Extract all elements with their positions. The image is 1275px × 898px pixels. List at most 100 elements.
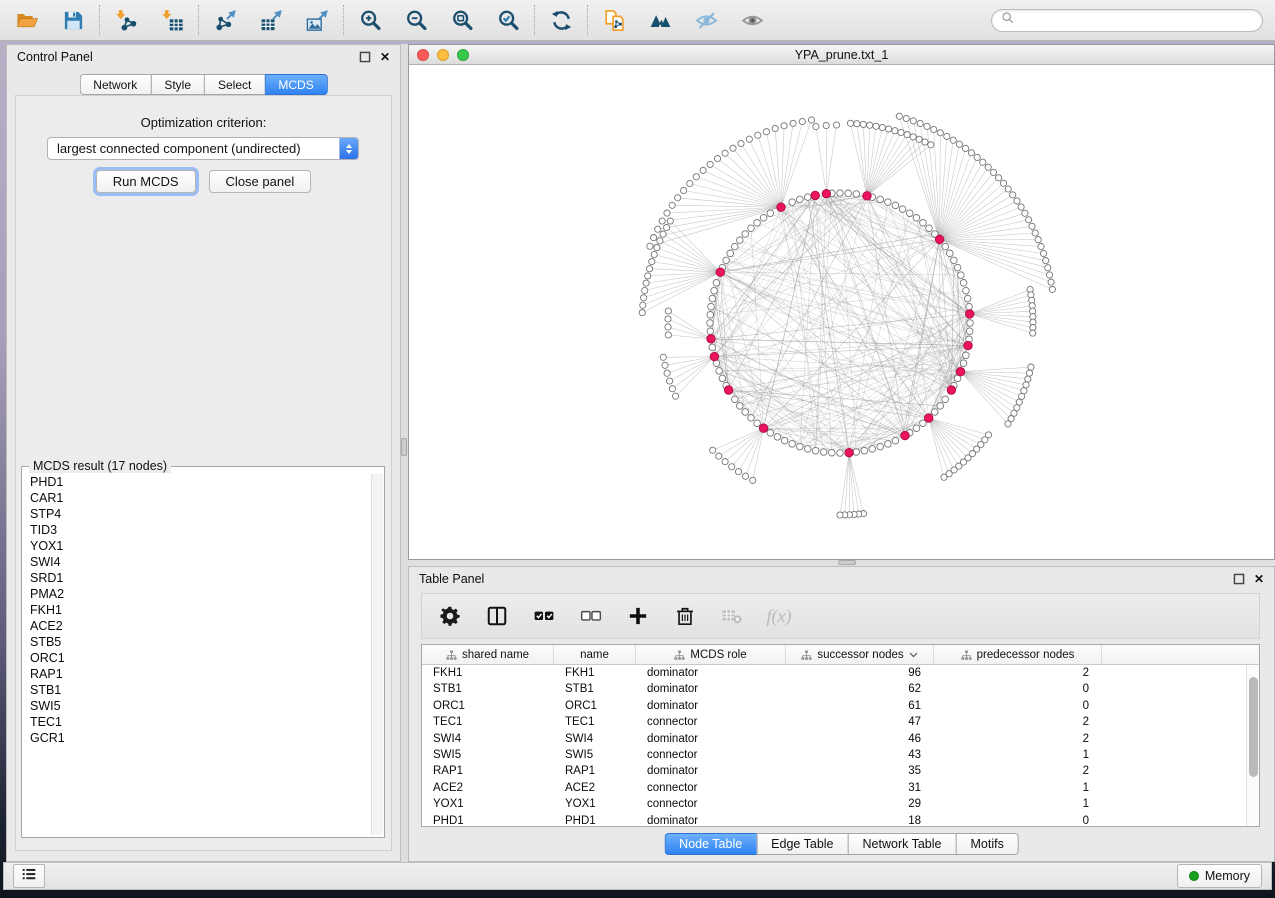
zoom-fit-button[interactable]	[447, 5, 477, 35]
close-panel-icon[interactable]: ✕	[380, 51, 390, 63]
table-row[interactable]: FKH1FKH1dominator962	[422, 665, 1259, 681]
search-icon	[1001, 11, 1015, 30]
select-all-button[interactable]	[531, 603, 557, 629]
tab-node-table[interactable]: Node Table	[664, 833, 756, 855]
mcds-result-item[interactable]: RAP1	[24, 666, 370, 682]
mcds-result-item[interactable]: TID3	[24, 522, 370, 538]
mcds-result-item[interactable]: CAR1	[24, 490, 370, 506]
mcds-result-item[interactable]: GCR1	[24, 730, 370, 746]
zoom-in-icon	[359, 9, 382, 32]
zoom-out-button[interactable]	[401, 5, 431, 35]
network-canvas[interactable]	[409, 65, 1274, 559]
mcds-result-item[interactable]: ORC1	[24, 650, 370, 666]
toolbar-group	[599, 5, 767, 35]
table-cell: SWI5	[422, 747, 554, 763]
zoom-in-button[interactable]	[355, 5, 385, 35]
zoom-selected-button[interactable]	[493, 5, 523, 35]
delete-table-icon	[721, 605, 743, 627]
mcds-result-item[interactable]: ACE2	[24, 618, 370, 634]
deselect-all-icon	[580, 605, 602, 627]
tab-mcds[interactable]: MCDS	[264, 74, 327, 95]
table-cell: TEC1	[422, 714, 554, 730]
hide-selected-button[interactable]	[691, 5, 721, 35]
deselect-all-button[interactable]	[578, 603, 604, 629]
column-header-predecessor-nodes[interactable]: predecessor nodes	[934, 645, 1102, 665]
column-header-MCDS-role[interactable]: MCDS role	[636, 645, 786, 665]
first-neighbors-button[interactable]	[645, 5, 675, 35]
table-row[interactable]: SWI4SWI4dominator462	[422, 731, 1259, 747]
duplicate-network-button[interactable]	[599, 5, 629, 35]
chevron-down-icon[interactable]	[909, 652, 918, 658]
column-header-name[interactable]: name	[554, 645, 636, 665]
tab-network-table[interactable]: Network Table	[848, 833, 956, 855]
table-panel-tabs: Node TableEdge TableNetwork TableMotifs	[664, 833, 1019, 855]
optimization-criterion-select[interactable]: largest connected component (undirected)	[47, 137, 359, 160]
column-header-successor-nodes[interactable]: successor nodes	[786, 645, 934, 665]
tab-network[interactable]: Network	[79, 74, 150, 95]
table-cell: 1	[934, 796, 1102, 812]
refresh-button[interactable]	[546, 5, 576, 35]
mcds-result-item[interactable]: SWI4	[24, 554, 370, 570]
table-row[interactable]: RAP1RAP1dominator352	[422, 763, 1259, 779]
criterion-selected-value: largest connected component (undirected)	[48, 141, 339, 156]
toolbar-separator	[99, 5, 100, 35]
add-row-button[interactable]	[625, 603, 651, 629]
tab-select[interactable]: Select	[204, 74, 264, 95]
mcds-result-item[interactable]: PMA2	[24, 586, 370, 602]
column-layout-button[interactable]	[484, 603, 510, 629]
network-graph[interactable]	[409, 65, 1274, 559]
tab-edge-table[interactable]: Edge Table	[756, 833, 847, 855]
table-row[interactable]: SWI5SWI5connector431	[422, 747, 1259, 763]
mcds-result-item[interactable]: TEC1	[24, 714, 370, 730]
mcds-result-item[interactable]: SWI5	[24, 698, 370, 714]
table-row[interactable]: ORC1ORC1dominator610	[422, 698, 1259, 714]
mcds-result-item[interactable]: SRD1	[24, 570, 370, 586]
tab-motifs[interactable]: Motifs	[955, 833, 1018, 855]
table-row[interactable]: PHD1PHD1dominator180	[422, 813, 1259, 827]
table-row[interactable]: YOX1YOX1connector291	[422, 796, 1259, 812]
select-all-icon	[533, 605, 555, 627]
run-mcds-button[interactable]: Run MCDS	[96, 170, 196, 193]
divider-grip[interactable]	[401, 438, 407, 456]
panel-list-button[interactable]	[13, 864, 45, 888]
table-header-row: shared namenameMCDS rolesuccessor nodesp…	[422, 645, 1259, 665]
mcds-result-item[interactable]: STB5	[24, 634, 370, 650]
mcds-result-item[interactable]: PHD1	[24, 474, 370, 490]
search-input[interactable]	[1021, 13, 1253, 27]
export-table-button[interactable]	[256, 5, 286, 35]
close-panel-icon[interactable]: ✕	[1254, 573, 1264, 585]
table-scrollbar-thumb[interactable]	[1249, 677, 1258, 777]
splitter-grip[interactable]	[838, 560, 856, 565]
export-image-icon	[306, 9, 329, 32]
column-header-shared-name[interactable]: shared name	[422, 645, 554, 665]
open-file-button[interactable]	[12, 5, 42, 35]
export-network-icon	[214, 9, 237, 32]
export-image-button[interactable]	[302, 5, 332, 35]
close-panel-button[interactable]: Close panel	[209, 170, 312, 193]
import-table-button[interactable]	[157, 5, 187, 35]
mcds-list-scrollbar[interactable]	[371, 474, 383, 835]
show-all-button[interactable]	[737, 5, 767, 35]
mcds-result-item[interactable]: STP4	[24, 506, 370, 522]
table-row[interactable]: TEC1TEC1connector472	[422, 714, 1259, 730]
panel-divider-vertical[interactable]	[401, 44, 408, 862]
import-network-button[interactable]	[111, 5, 141, 35]
tab-style[interactable]: Style	[150, 74, 204, 95]
export-network-button[interactable]	[210, 5, 240, 35]
memory-button[interactable]: Memory	[1177, 864, 1262, 888]
float-panel-icon[interactable]	[1233, 573, 1245, 585]
mcds-result-item[interactable]: YOX1	[24, 538, 370, 554]
table-cell: 1	[934, 780, 1102, 796]
settings-gear-button[interactable]	[437, 603, 463, 629]
table-row[interactable]: STB1STB1dominator620	[422, 681, 1259, 697]
delete-row-button[interactable]	[672, 603, 698, 629]
float-panel-icon[interactable]	[359, 51, 371, 63]
mcds-result-item[interactable]: STB1	[24, 682, 370, 698]
table-scrollbar[interactable]	[1246, 665, 1259, 826]
add-row-icon	[627, 605, 649, 627]
mcds-result-item[interactable]: FKH1	[24, 602, 370, 618]
toolbar-separator	[534, 5, 535, 35]
table-cell: 35	[786, 763, 934, 779]
table-row[interactable]: ACE2ACE2connector311	[422, 780, 1259, 796]
save-button[interactable]	[58, 5, 88, 35]
